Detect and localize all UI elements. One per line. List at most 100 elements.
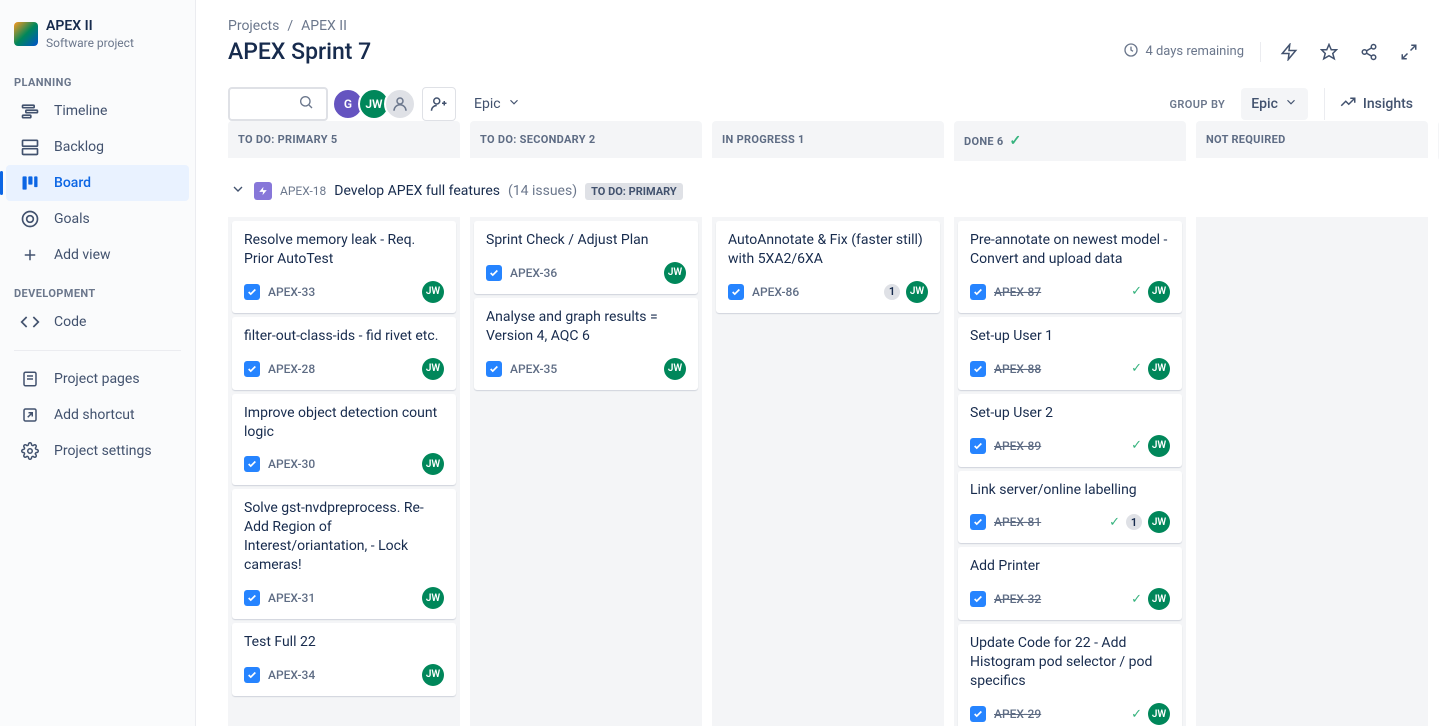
sidebar-item-project-settings[interactable]: Project settings	[6, 433, 189, 469]
search-input[interactable]	[228, 87, 328, 121]
share-icon[interactable]	[1357, 40, 1381, 64]
assignee-avatar[interactable]: JW	[664, 358, 686, 380]
breadcrumb-current[interactable]: APEX II	[301, 18, 347, 34]
column-header-not-required[interactable]: NOT REQUIRED	[1196, 121, 1428, 158]
sidebar-item-label: Board	[54, 175, 91, 191]
card-key[interactable]: APEX-88	[994, 362, 1041, 376]
column-body-todo-secondary[interactable]: Sprint Check / Adjust PlanAPEX-36JWAnaly…	[470, 217, 702, 726]
card-title: filter-out-class-ids - fid rivet etc.	[244, 327, 444, 346]
issue-card[interactable]: Update Code for 22 - Add Histogram pod s…	[958, 624, 1182, 726]
column-body-done[interactable]: Pre-annotate on newest model - Convert a…	[954, 217, 1186, 726]
sidebar-item-add-view[interactable]: Add view	[6, 237, 189, 273]
sidebar-item-add-shortcut[interactable]: Add shortcut	[6, 397, 189, 433]
swimlane-header[interactable]: APEX-18 Develop APEX full features (14 i…	[228, 171, 1439, 207]
breadcrumb-projects[interactable]: Projects	[228, 18, 279, 34]
task-type-icon	[244, 361, 260, 377]
column-header-todo-primary[interactable]: TO DO: PRIMARY 5	[228, 121, 460, 158]
card-title: Resolve memory leak - Req. Prior AutoTes…	[244, 231, 444, 269]
card-key[interactable]: APEX-35	[510, 362, 557, 376]
done-check-icon: ✓	[1131, 284, 1142, 299]
add-people-button[interactable]	[422, 87, 456, 121]
assignee-avatar[interactable]: JW	[422, 281, 444, 303]
epic-filter-button[interactable]: Epic	[466, 88, 529, 120]
sidebar-item-label: Backlog	[54, 139, 104, 155]
assignee-avatar[interactable]: JW	[1148, 588, 1170, 610]
card-title: Analyse and graph results = Version 4, A…	[486, 308, 686, 346]
column-body-todo-primary[interactable]: Resolve memory leak - Req. Prior AutoTes…	[228, 217, 460, 726]
issue-card[interactable]: Solve gst-nvdpreprocess. Re-Add Region o…	[232, 489, 456, 619]
done-check-icon: ✓	[1131, 707, 1142, 722]
days-remaining[interactable]: 4 days remaining	[1123, 42, 1244, 62]
sidebar-item-timeline[interactable]: Timeline	[6, 93, 189, 129]
column-header-in-progress[interactable]: IN PROGRESS 1	[712, 121, 944, 158]
column-body-not-required[interactable]	[1196, 217, 1428, 726]
card-key[interactable]: APEX-81	[994, 515, 1041, 529]
issue-card[interactable]: Sprint Check / Adjust PlanAPEX-36JW	[474, 221, 698, 294]
issue-card[interactable]: Add PrinterAPEX-32✓JW	[958, 547, 1182, 620]
issue-card[interactable]: Test Full 22APEX-34JW	[232, 623, 456, 696]
assignee-avatar[interactable]: JW	[422, 453, 444, 475]
card-key[interactable]: APEX-36	[510, 266, 557, 280]
column-header-todo-secondary[interactable]: TO DO: SECONDARY 2	[470, 121, 702, 158]
sidebar-item-label: Timeline	[54, 103, 107, 119]
issue-card[interactable]: Link server/online labellingAPEX-81✓1JW	[958, 471, 1182, 544]
sidebar-item-board[interactable]: Board	[6, 165, 189, 201]
issue-card[interactable]: Analyse and graph results = Version 4, A…	[474, 298, 698, 390]
issue-card[interactable]: Improve object detection count logicAPEX…	[232, 394, 456, 486]
sidebar-item-goals[interactable]: Goals	[6, 201, 189, 237]
card-key[interactable]: APEX-28	[268, 362, 315, 376]
assignee-avatar[interactable]: JW	[422, 587, 444, 609]
chevron-down-icon[interactable]	[230, 181, 246, 201]
issue-count: (14 issues)	[508, 183, 577, 199]
board-icon	[20, 173, 40, 193]
assignee-avatar[interactable]: JW	[1148, 281, 1170, 303]
card-key[interactable]: APEX-89	[994, 439, 1041, 453]
development-section-label: DEVELOPMENT	[0, 273, 195, 304]
assignee-avatar[interactable]: JW	[1148, 358, 1170, 380]
issue-card[interactable]: Pre-annotate on newest model - Convert a…	[958, 221, 1182, 313]
card-title: Solve gst-nvdpreprocess. Re-Add Region o…	[244, 499, 444, 575]
automation-icon[interactable]	[1277, 40, 1301, 64]
issue-card[interactable]: Set-up User 2APEX-89✓JW	[958, 394, 1182, 467]
insights-icon	[1339, 93, 1357, 115]
issue-card[interactable]: filter-out-class-ids - fid rivet etc. APE…	[232, 317, 456, 390]
card-key[interactable]: APEX-29	[994, 707, 1041, 721]
card-key[interactable]: APEX-30	[268, 457, 315, 471]
fullscreen-icon[interactable]	[1397, 40, 1421, 64]
card-key[interactable]: APEX-33	[268, 285, 315, 299]
epic-key[interactable]: APEX-18	[280, 184, 326, 198]
project-header[interactable]: APEX II Software project	[0, 10, 195, 62]
shortcut-icon	[20, 405, 40, 425]
assignee-avatar[interactable]: JW	[906, 281, 928, 303]
assignee-avatar[interactable]: JW	[664, 262, 686, 284]
column-body-in-progress[interactable]: AutoAnnotate & Fix (faster still) with 5…	[712, 217, 944, 726]
column-header-done[interactable]: DONE 6✓	[954, 121, 1186, 161]
sidebar-item-backlog[interactable]: Backlog	[6, 129, 189, 165]
card-key[interactable]: APEX-31	[268, 591, 315, 605]
issue-card[interactable]: Set-up User 1APEX-88✓JW	[958, 317, 1182, 390]
sidebar-item-project-pages[interactable]: Project pages	[6, 361, 189, 397]
card-key[interactable]: APEX-34	[268, 668, 315, 682]
assignee-avatar[interactable]: JW	[1148, 703, 1170, 725]
star-icon[interactable]	[1317, 40, 1341, 64]
card-key[interactable]: APEX-87	[994, 285, 1041, 299]
board-title[interactable]: APEX Sprint 7	[228, 38, 371, 65]
swimlane-status[interactable]: TO DO: PRIMARY	[585, 183, 683, 200]
epic-title[interactable]: Develop APEX full features	[334, 183, 500, 199]
issue-card[interactable]: AutoAnnotate & Fix (faster still) with 5…	[716, 221, 940, 313]
assignee-avatar[interactable]: JW	[1148, 511, 1170, 533]
card-key[interactable]: APEX-32	[994, 592, 1041, 606]
assignee-avatar[interactable]: JW	[422, 664, 444, 686]
group-by-select[interactable]: Epic	[1241, 88, 1308, 120]
assignee-avatar[interactable]: JW	[1148, 435, 1170, 457]
issue-card[interactable]: Resolve memory leak - Req. Prior AutoTes…	[232, 221, 456, 313]
insights-button[interactable]: Insights	[1324, 88, 1421, 120]
sidebar-item-label: Project pages	[54, 371, 140, 387]
assignee-avatar[interactable]: JW	[422, 358, 444, 380]
task-type-icon	[970, 591, 986, 607]
card-key[interactable]: APEX-86	[752, 285, 799, 299]
task-type-icon	[486, 265, 502, 281]
card-footer: APEX-31 JW	[244, 587, 444, 609]
avatar-unassigned[interactable]	[384, 88, 416, 120]
sidebar-item-code[interactable]: Code	[6, 304, 189, 340]
